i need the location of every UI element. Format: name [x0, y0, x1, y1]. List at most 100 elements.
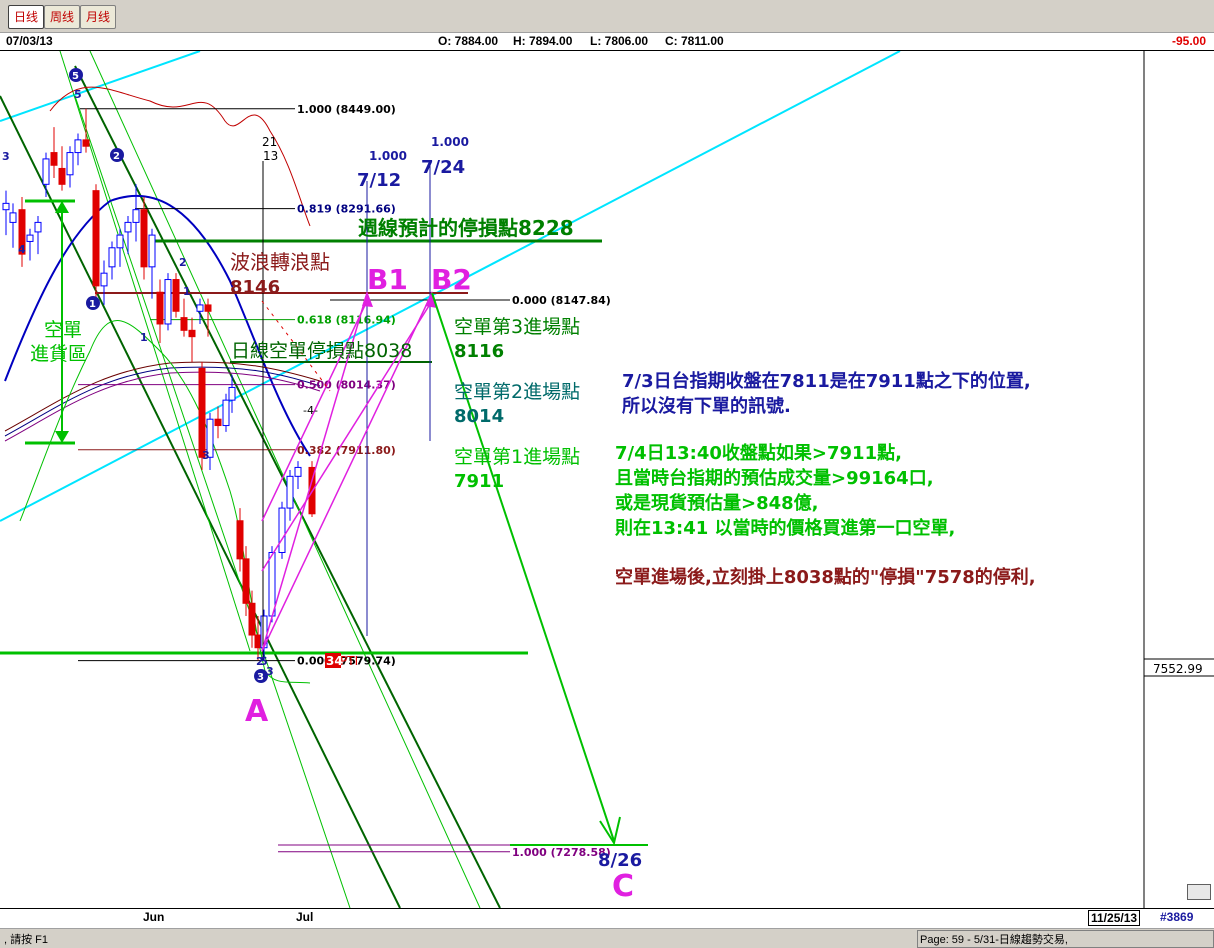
candle-body	[156, 291, 164, 325]
candle-body	[164, 279, 172, 325]
candle-body	[286, 475, 294, 509]
candle-body	[100, 272, 108, 287]
trade-note-line: 或是現貨預估量>848億,	[615, 492, 819, 514]
trade-note-line: 7/3日台指期收盤在7811是在7911點之下的位置,	[622, 370, 1031, 392]
chart-annotation: 7911	[454, 471, 504, 492]
fib-label: 0.819 (8291.66)	[297, 203, 396, 216]
open-value: O: 7884.00	[438, 34, 499, 48]
trade-note-line: 所以沒有下單的訊號.	[622, 395, 791, 417]
descending-channel-lower	[0, 95, 401, 909]
price-chart-area[interactable]: 7552.99 1.000 (8449.00) 0.819 (8291.66) …	[0, 50, 1214, 909]
chart-annotation: PTI	[340, 654, 358, 668]
bar-count: #3869	[1160, 910, 1194, 924]
candle-body	[132, 209, 140, 223]
candle-body	[248, 602, 256, 636]
candle-body	[204, 304, 212, 312]
candle-body	[42, 158, 50, 185]
chart-annotation: 34	[326, 654, 343, 668]
candle-body	[198, 367, 206, 458]
trade-note-line: 7/4日13:40收盤點如果>7911點,	[615, 442, 902, 464]
svg-text:3: 3	[257, 672, 264, 683]
projection-b2-c	[431, 292, 615, 842]
candle-body	[34, 221, 42, 233]
close-value: C: 7811.00	[665, 34, 724, 48]
candle-body	[26, 234, 34, 242]
chart-annotation: 空單第3進場點	[454, 316, 580, 338]
chart-annotation: 21	[262, 135, 277, 149]
svg-text:1: 1	[89, 299, 96, 310]
chart-annotation: A	[245, 694, 269, 729]
chart-scale-icon[interactable]	[1187, 884, 1211, 900]
chart-annotation: 波浪轉浪點	[230, 250, 330, 274]
candle-body	[50, 152, 58, 166]
candle-body	[254, 634, 262, 649]
chart-annotation: 日線空單停損點8038	[231, 340, 412, 362]
chart-annotation: C	[612, 869, 634, 904]
candle-body	[278, 507, 286, 554]
candle-body	[74, 139, 82, 154]
bar-date: 07/03/13	[6, 34, 53, 48]
wave-number-label: 3	[202, 449, 210, 462]
chart-annotation: 13	[263, 149, 278, 163]
chart-annotation: 7/12	[357, 170, 401, 191]
chart-annotation: 8014	[454, 406, 504, 427]
chart-annotation: 週線預計的停損點8228	[358, 216, 574, 240]
tab-monthly[interactable]: 月线	[80, 5, 116, 29]
status-bar: , 請按 F1 Page: 59 - 5/31-日線趨勢交易,	[0, 928, 1214, 948]
fib-label: 0.000 (8147.84)	[512, 294, 611, 307]
tab-daily[interactable]: 日线	[8, 5, 44, 29]
candle-body	[268, 552, 276, 617]
candle-body	[82, 139, 90, 147]
chart-annotation: B1	[367, 263, 408, 296]
change-value: -95.00	[1172, 34, 1207, 48]
wave-number-label: 1	[183, 285, 191, 298]
status-help-text: , 請按 F1	[4, 934, 49, 946]
fib-label: 1.000 (8449.00)	[297, 103, 396, 116]
candle-body	[196, 304, 204, 312]
candlestick-chart[interactable]: 7552.99 1.000 (8449.00)0.819 (8291.66)0.…	[0, 50, 1214, 909]
wave-number-label: 5	[74, 88, 82, 101]
chart-annotation: 空單第1進場點	[454, 446, 580, 468]
candle-body	[294, 466, 302, 477]
candle-body	[58, 167, 66, 185]
wave-number-label: 3	[266, 665, 274, 678]
trade-note-line: 且當時台指期的預估成交量>99164口,	[615, 467, 934, 489]
chart-annotation: -4-	[303, 404, 318, 417]
trade-notes: 7/3日台指期收盤在7811是在7911點之下的位置, 所以沒有下單的訊號. 7/4…	[615, 370, 1036, 588]
candle-body	[140, 209, 148, 268]
chart-annotation: 空單	[44, 319, 82, 341]
candle-body	[180, 317, 188, 331]
period-tab-bar: 日线 周线 月线	[0, 0, 1214, 33]
chart-annotation: 8/26	[598, 850, 642, 871]
chart-annotation: 8116	[454, 341, 504, 362]
axis-end-date: 11/25/13	[1088, 910, 1141, 926]
chart-annotation: 8146	[230, 277, 280, 298]
time-axis: Jun Jul 11/25/13 #3869	[0, 908, 1214, 928]
candle-body	[124, 221, 132, 233]
chart-annotation: 1.000	[369, 149, 407, 163]
fib-label: 0.618 (8116.94)	[297, 314, 396, 327]
ma-long-1	[4, 361, 321, 432]
chart-annotation: 空單第2進場點	[454, 381, 580, 403]
chart-annotation: 進貨區	[30, 343, 87, 365]
candle-body	[66, 152, 74, 176]
candle-body	[9, 212, 17, 223]
descending-channel-mid1	[89, 50, 481, 909]
candle-body	[92, 190, 100, 287]
wave-number-label: 1	[140, 331, 148, 344]
chart-annotation: 1.000	[431, 135, 469, 149]
candle-body	[228, 386, 236, 401]
svg-text:5: 5	[72, 71, 79, 82]
candle-body	[188, 329, 196, 338]
upper-cyan-trendline	[0, 50, 201, 122]
x-label-jul: Jul	[296, 910, 314, 924]
tab-weekly[interactable]: 周线	[44, 5, 80, 29]
candle-body	[2, 202, 10, 211]
candle-body	[172, 279, 180, 312]
fib-label: 0.500 (8014.37)	[297, 379, 396, 392]
candle-body	[242, 558, 250, 604]
candle-body	[108, 247, 116, 268]
wave-number-label: 3	[2, 150, 10, 163]
candle-body	[148, 234, 156, 268]
status-page-text: Page: 59 - 5/31-日線趨勢交易,	[917, 930, 1214, 948]
